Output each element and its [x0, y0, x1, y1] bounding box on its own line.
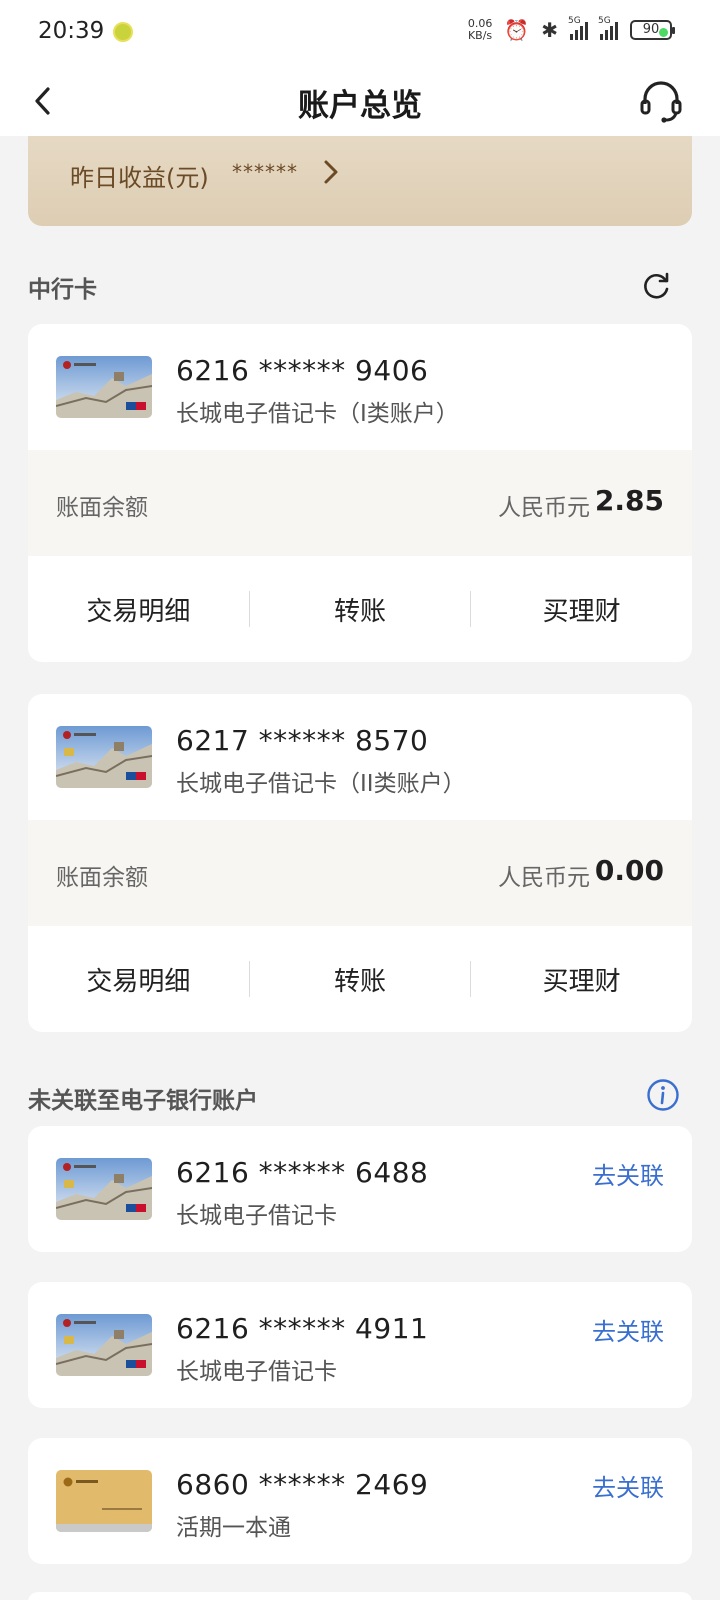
- status-bar: 20:39 0.06 KB/s ⏰ ✱ 5G 5G 90: [0, 0, 720, 66]
- yesterday-earnings-banner[interactable]: 昨日收益(元) ******: [28, 136, 692, 226]
- card-header: 6860 ****** 2469 活期一本通 去关联: [28, 1438, 692, 1564]
- page-title: 账户总览: [298, 88, 422, 124]
- buy-wealth-product-button[interactable]: 买理财: [471, 591, 692, 628]
- card-header: 6216 ****** 4911 长城电子借记卡 去关联: [28, 1282, 692, 1408]
- card-type: 活期一本通: [176, 1515, 291, 1541]
- refresh-icon[interactable]: [640, 270, 672, 302]
- earnings-label: 昨日收益(元): [70, 164, 209, 192]
- section-title-unlinked: 未关联至电子银行账户: [28, 1088, 258, 1114]
- status-dot: [659, 28, 668, 37]
- card-number: 6216 ****** 4911: [176, 1312, 429, 1345]
- card-thumbnail: [56, 356, 152, 418]
- unlinked-card: 6216 ****** 4911 长城电子借记卡 去关联: [28, 1282, 692, 1408]
- card-header: 6216 ****** 6488 长城电子借记卡 去关联: [28, 1126, 692, 1252]
- unlinked-card: 6860 ****** 2469 活期一本通 去关联: [28, 1438, 692, 1564]
- section-title-boc-cards: 中行卡: [28, 277, 97, 303]
- signal-icon: 5G: [568, 16, 588, 40]
- card-header[interactable]: 6216 ****** 9406 长城电子借记卡（I类账户）: [28, 324, 692, 450]
- balance-row: 账面余额 人民币元 0.00: [28, 820, 692, 926]
- unlinked-card: 6216 ****** 6488 长城电子借记卡 去关联: [28, 1126, 692, 1252]
- balance-amount: 2.85: [594, 484, 664, 517]
- card-type: 长城电子借记卡（I类账户）: [176, 401, 459, 427]
- card-number: 6860 ****** 2469: [176, 1468, 429, 1501]
- card-type: 长城电子借记卡: [176, 1359, 337, 1385]
- card-thumbnail: [56, 726, 152, 788]
- link-account-button[interactable]: 去关联: [592, 1312, 664, 1347]
- buy-wealth-product-button[interactable]: 买理财: [471, 961, 692, 998]
- card-header[interactable]: 6217 ****** 8570 长城电子借记卡（II类账户）: [28, 694, 692, 820]
- card-thumbnail: [56, 1314, 152, 1376]
- card-type: 长城电子借记卡: [176, 1203, 337, 1229]
- balance-currency: 人民币元: [498, 865, 590, 891]
- card-number: 6216 ****** 6488: [176, 1156, 429, 1189]
- account-card: 6216 ****** 9406 长城电子借记卡（I类账户） 账面余额 人民币元…: [28, 324, 692, 662]
- card-thumbnail: [56, 1470, 152, 1532]
- card-thumbnail: [56, 1158, 152, 1220]
- nav-bar: 账户总览: [0, 66, 720, 136]
- earnings-masked-value: ******: [232, 160, 298, 184]
- card-actions: 交易明细 转账 买理财: [28, 926, 692, 1032]
- unlinked-card: [28, 1592, 692, 1600]
- balance-currency: 人民币元: [498, 495, 590, 521]
- balance-label: 账面余额: [56, 495, 148, 521]
- signal-icon: 5G: [598, 16, 618, 40]
- status-indicators: 0.06 KB/s ⏰ ✱ 5G 5G 90: [467, 16, 675, 42]
- transaction-details-button[interactable]: 交易明细: [28, 961, 249, 998]
- info-icon[interactable]: [646, 1078, 680, 1112]
- card-type: 长城电子借记卡（II类账户）: [176, 771, 466, 797]
- balance-row: 账面余额 人民币元 2.85: [28, 450, 692, 556]
- chevron-right-icon: [324, 160, 338, 184]
- card-actions: 交易明细 转账 买理财: [28, 556, 692, 662]
- network-speed: 0.06 KB/s: [467, 17, 493, 42]
- account-card: 6217 ****** 8570 长城电子借记卡（II类账户） 账面余额 人民币…: [28, 694, 692, 1032]
- customer-service-icon[interactable]: [638, 78, 684, 124]
- alarm-icon: ⏰: [504, 18, 530, 42]
- transfer-button[interactable]: 转账: [250, 591, 471, 628]
- balance-label: 账面余额: [56, 865, 148, 891]
- bluetooth-icon: ✱: [541, 18, 558, 42]
- status-time: 20:39: [38, 18, 105, 44]
- card-number: 6217 ****** 8570: [176, 724, 429, 757]
- link-account-button[interactable]: 去关联: [592, 1468, 664, 1503]
- transaction-details-button[interactable]: 交易明细: [28, 591, 249, 628]
- link-account-button[interactable]: 去关联: [592, 1156, 664, 1191]
- card-number: 6216 ****** 9406: [176, 354, 429, 387]
- app-notification-icon: [113, 22, 133, 42]
- balance-amount: 0.00: [594, 854, 664, 887]
- transfer-button[interactable]: 转账: [250, 961, 471, 998]
